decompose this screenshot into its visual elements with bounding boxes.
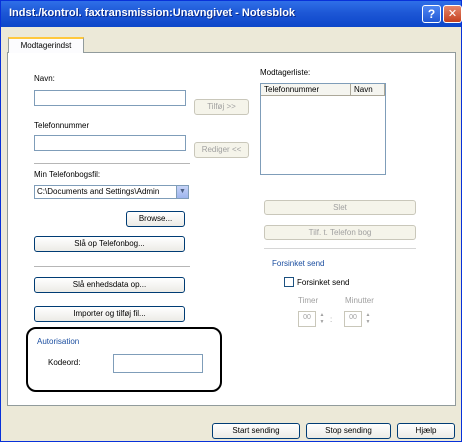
lookup-device-data-button[interactable]: Slå enhedsdata op... [34,277,185,293]
tab-recipient-settings[interactable]: Modtagerindst [8,37,84,53]
close-icon: ✕ [447,8,458,20]
title-bar[interactable]: Indst./kontrol. faxtransmission:Unavngiv… [1,1,462,27]
delayed-send-checkbox[interactable] [284,277,294,287]
browse-button[interactable]: Browse... [126,211,185,227]
stop-sending-button[interactable]: Stop sending [306,423,391,439]
recipient-list[interactable]: Telefonnummer Navn [260,83,386,175]
chevron-down-icon[interactable]: ▼ [176,186,188,198]
separator [34,163,190,164]
start-sending-button[interactable]: Start sending [212,423,300,439]
separator [264,248,416,249]
minutes-field[interactable]: 00 [344,311,362,327]
window-title: Indst./kontrol. faxtransmission:Unavngiv… [9,7,296,19]
delayed-send-checkbox-label: Forsinket send [297,278,350,287]
time-colon: : [330,315,333,324]
delayed-send-group-title: Forsinket send [272,259,325,268]
fax-settings-window: Indst./kontrol. faxtransmission:Unavngiv… [0,0,462,442]
hours-stepper[interactable]: ▲ ▼ [318,312,326,326]
minutes-stepper[interactable]: ▲ ▼ [364,312,372,326]
import-add-file-button[interactable]: Importer og tilføj fil... [34,306,185,322]
hours-label: Timer [298,296,319,305]
delete-button[interactable]: Slet [264,200,416,215]
phonebook-select[interactable]: C:\Documents and Settings\Admin ▼ [34,185,189,199]
phone-label: Telefonnummer [34,121,90,130]
column-header-name[interactable]: Navn [351,84,385,96]
lookup-phonebook-button[interactable]: Slå op Telefonbog... [34,236,185,252]
password-label: Kodeord: [48,358,81,367]
phonebook-select-value: C:\Documents and Settings\Admin [37,187,160,196]
authorization-group-title: Autorisation [37,337,80,346]
help-icon: ? [427,7,436,21]
recipient-list-label: Modtagerliste: [260,68,311,77]
add-to-phonebook-button[interactable]: Tilf. t. Telefon bog [264,225,416,240]
hours-field[interactable]: 00 [298,311,316,327]
help-button[interactable]: Hjælp [397,423,455,439]
edit-recipient-button[interactable]: Rediger << [194,142,249,158]
password-input[interactable] [113,354,203,373]
minutes-label: Minutter [345,296,374,305]
name-label: Navn: [34,74,55,83]
close-button[interactable]: ✕ [443,5,462,23]
name-input[interactable] [34,90,186,106]
column-header-phone[interactable]: Telefonnummer [261,84,351,96]
help-title-button[interactable]: ? [422,5,441,23]
add-recipient-button[interactable]: Tilføj >> [194,99,249,115]
phonebook-label: Min Telefonbogsfil: [34,170,101,179]
separator [34,266,190,267]
phone-input[interactable] [34,135,186,151]
